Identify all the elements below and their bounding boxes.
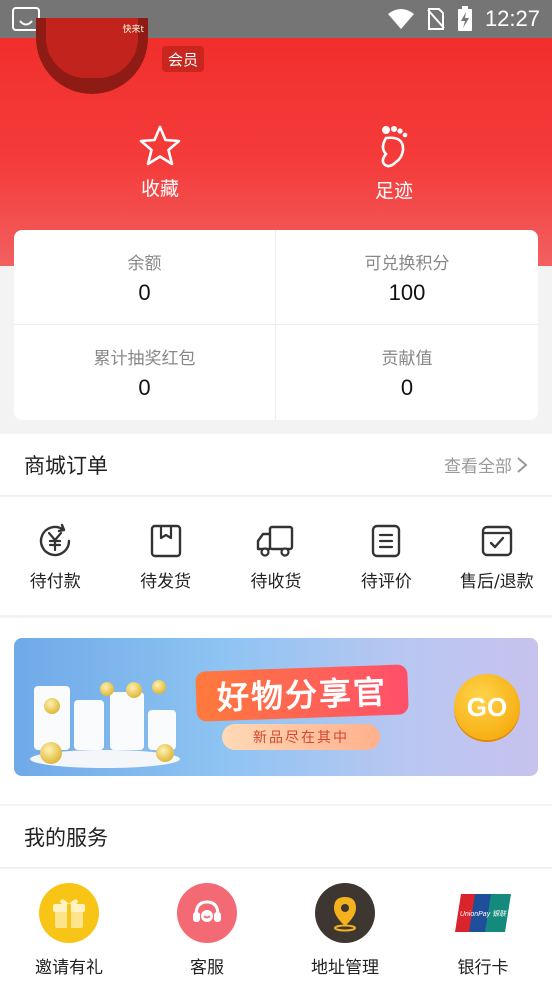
banner-go-button[interactable]: GO (454, 674, 520, 740)
stat-label: 余额 (127, 253, 162, 274)
order-pending-receipt[interactable]: 待收货 (221, 497, 331, 615)
orders-header: 商城订单 查看全部 (0, 434, 552, 496)
order-pending-review[interactable]: 待评价 (331, 497, 441, 615)
banner-title-box: 好物分享官 (195, 664, 409, 722)
order-item-label: 售后/退款 (459, 571, 534, 592)
battery-charging-icon (457, 6, 472, 31)
stat-balance[interactable]: 余额 0 (14, 230, 276, 325)
banner-title: 好物分享官 (216, 673, 388, 717)
service-address[interactable]: 地址管理 (276, 869, 414, 981)
footprint-icon (381, 126, 408, 168)
status-time: 12:27 (484, 6, 540, 31)
avatar[interactable]: 快来t (36, 18, 148, 94)
jewelry-display-illustration (30, 678, 180, 768)
favorites-label: 收藏 (140, 178, 179, 200)
order-item-label: 待发货 (140, 571, 192, 592)
service-invite[interactable]: 邀请有礼 (0, 869, 138, 981)
customer-service-icon (177, 883, 237, 943)
order-item-label: 待收货 (250, 571, 302, 592)
view-all-label: 查看全部 (444, 457, 512, 477)
stat-value: 0 (138, 375, 151, 400)
avatar-text: 快来t (122, 25, 144, 35)
banner-subtitle: 新品尽在其中 (253, 730, 349, 746)
order-item-label: 待付款 (29, 571, 81, 592)
services-row: 邀请有礼 客服 地址管理 UnionPay 银联 银行卡 (0, 869, 552, 981)
gift-icon (39, 883, 99, 943)
order-pending-payment[interactable]: 待付款 (0, 497, 110, 615)
stat-value: 0 (400, 375, 414, 400)
order-pending-shipment[interactable]: 待发货 (110, 497, 220, 615)
review-icon (372, 524, 401, 557)
stat-contribution[interactable]: 贡献值 0 (276, 325, 538, 420)
package-icon (150, 524, 181, 557)
promo-banner-section: 好物分享官 新品尽在其中 GO (0, 618, 552, 804)
stat-points[interactable]: 可兑换积分 100 (276, 230, 538, 325)
order-after-sale[interactable]: 售后/退款 (442, 497, 552, 615)
footprints-button[interactable]: 足迹 (354, 124, 434, 203)
stat-value: 100 (388, 279, 426, 305)
star-icon (139, 125, 181, 166)
account-stats-card: 余额 0 可兑换积分 100 累计抽奖红包 0 贡献值 0 (14, 230, 538, 420)
banner-subtitle-box: 新品尽在其中 (222, 724, 380, 750)
services-header: 我的服务 (0, 806, 552, 868)
footprints-label: 足迹 (374, 180, 413, 202)
yen-clock-icon (40, 523, 71, 556)
chevron-right-icon (517, 456, 528, 473)
service-customer-service[interactable]: 客服 (138, 869, 276, 981)
service-label: 银行卡 (457, 958, 509, 978)
service-label: 邀请有礼 (35, 958, 103, 978)
stat-label: 贡献值 (381, 349, 433, 369)
order-item-label: 待评价 (360, 571, 412, 592)
promo-banner[interactable]: 好物分享官 新品尽在其中 GO (14, 638, 538, 776)
stat-red-packets[interactable]: 累计抽奖红包 0 (14, 325, 276, 420)
after-sale-icon (481, 525, 513, 556)
favorites-button[interactable]: 收藏 (120, 124, 200, 201)
member-badge[interactable]: 会员 (162, 46, 204, 72)
wifi-icon (387, 9, 414, 29)
location-icon (315, 883, 375, 943)
orders-title: 商城订单 (24, 453, 108, 478)
service-bank-card[interactable]: UnionPay 银联 银行卡 (414, 869, 552, 981)
stat-value: 0 (138, 279, 151, 305)
service-label: 客服 (190, 958, 224, 978)
view-all-orders-link[interactable]: 查看全部 (444, 452, 528, 477)
truck-icon (256, 525, 294, 557)
order-status-row: 待付款 待发货 待收货 待评价 售后/退款 (0, 497, 552, 615)
no-sim-icon (427, 8, 445, 30)
stat-label: 累计抽奖红包 (93, 349, 196, 369)
stat-label: 可兑换积分 (364, 253, 450, 274)
unionpay-icon: UnionPay 银联 (453, 883, 513, 943)
services-title: 我的服务 (24, 825, 108, 850)
unionpay-logo-text: UnionPay 银联 (460, 910, 507, 918)
service-label: 地址管理 (311, 958, 379, 978)
